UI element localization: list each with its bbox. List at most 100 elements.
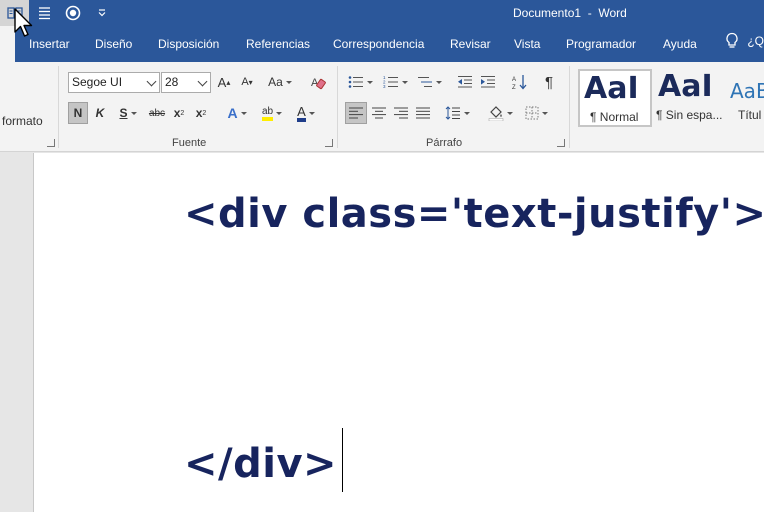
pilcrow-icon: ¶ [544, 73, 554, 91]
highlight-button[interactable]: ab [256, 102, 288, 124]
underline-label: S [119, 106, 128, 120]
line-spacing-button[interactable] [442, 102, 472, 124]
document-name: Documento1 [513, 6, 582, 20]
multilevel-list-button[interactable] [414, 71, 444, 93]
mouse-pointer-icon [14, 8, 33, 37]
font-launcher[interactable] [325, 139, 333, 147]
title-separator: - [581, 6, 599, 20]
clipboard-launcher[interactable] [47, 139, 55, 147]
align-center-button[interactable] [369, 102, 389, 124]
tab-revisar[interactable]: Revisar [450, 37, 491, 51]
tab-correspondencia[interactable]: Correspondencia [333, 37, 424, 51]
group-separator [569, 66, 570, 148]
styles-gallery: AaI ¶ Normal AaI ¶ Sin espa... AaB Títul [576, 66, 764, 128]
shading-button[interactable] [484, 102, 516, 124]
bold-button[interactable]: N [68, 102, 88, 124]
document-page[interactable]: <div class='text-justify'> </div> [33, 153, 764, 512]
bullets-button[interactable] [345, 71, 375, 93]
line-spacing-icon [445, 106, 460, 120]
show-marks-button[interactable]: ¶ [540, 71, 558, 93]
title-bar: Documento1 - Word [0, 0, 764, 26]
bold-label: N [73, 106, 83, 120]
underline-button[interactable]: S [113, 102, 143, 124]
clear-format-button[interactable]: A [307, 71, 329, 93]
lightbulb-icon[interactable] [725, 32, 739, 50]
borders-button[interactable] [520, 102, 552, 124]
tab-home[interactable] [0, 26, 15, 62]
paragraph-launcher[interactable] [557, 139, 565, 147]
font-name-value: Segoe UI [72, 75, 123, 89]
decrease-indent-icon [458, 76, 472, 88]
record-button[interactable] [58, 0, 87, 26]
style-normal[interactable]: AaI ¶ Normal [578, 69, 652, 127]
tab-insertar[interactable]: Insertar [29, 37, 70, 51]
font-color-button[interactable]: A [291, 102, 321, 124]
numbered-list-icon: 1 2 3 [383, 75, 398, 89]
align-left-button[interactable] [345, 102, 367, 124]
font-group-label: Fuente [172, 137, 207, 149]
italic-label: K [95, 106, 105, 120]
chevron-down-icon [98, 9, 105, 17]
strikethrough-label: abc [148, 107, 166, 119]
decrease-indent-button[interactable] [455, 71, 475, 93]
strikethrough-button[interactable]: abc [147, 102, 167, 124]
paint-bucket-icon [488, 106, 503, 121]
window-title: Documento1 - Word [513, 6, 627, 20]
document-line-1: <div class='text-justify'> [184, 191, 764, 237]
grow-font-label: A [217, 74, 227, 90]
font-name-combo[interactable]: Segoe UI [68, 72, 160, 93]
increase-indent-button[interactable] [478, 71, 498, 93]
justify-button[interactable] [413, 102, 433, 124]
superscript-label: x [195, 106, 203, 120]
subscript-label: x [173, 106, 181, 120]
svg-text:3: 3 [383, 84, 386, 89]
svg-text:Z: Z [512, 85, 516, 90]
align-center-icon [372, 107, 386, 119]
document-area: <div class='text-justify'> </div> [0, 153, 764, 512]
font-size-value: 28 [165, 75, 179, 89]
subscript-button[interactable]: x2 [170, 102, 188, 124]
tab-referencias[interactable]: Referencias [246, 37, 310, 51]
chevron-down-icon [197, 76, 208, 87]
align-left-icon [349, 107, 363, 119]
align-right-button[interactable] [391, 102, 411, 124]
tab-disposicion[interactable]: Disposición [158, 37, 219, 51]
tab-programador[interactable]: Programador [566, 37, 636, 51]
multilevel-list-icon [417, 77, 432, 87]
text-effects-label: A [227, 105, 238, 121]
style-no-spacing[interactable]: AaI ¶ Sin espa... [654, 69, 726, 127]
font-size-combo[interactable]: 28 [161, 72, 211, 93]
dropdown-arrow-icon [285, 80, 292, 84]
dropdown-arrow-icon [276, 111, 283, 115]
dropdown-arrow-icon [130, 111, 137, 115]
style-sample: AaB [730, 79, 764, 103]
change-case-button[interactable]: Aa [264, 71, 296, 93]
ribbon-tabs: Insertar Diseño Disposición Referencias … [0, 26, 764, 62]
document-line-2: </div> [184, 441, 338, 487]
tab-ayuda[interactable]: Ayuda [663, 37, 697, 51]
align-right-icon [394, 107, 408, 119]
copy-format-label[interactable]: formato [2, 114, 43, 128]
dropdown-arrow-icon [240, 111, 247, 115]
dropdown-arrow-icon [541, 111, 548, 115]
style-sample: AaI [584, 71, 639, 106]
tell-me-search[interactable]: ¿Q [747, 34, 764, 48]
dropdown-arrow-icon [308, 111, 315, 115]
shrink-font-button[interactable]: A ▾ [238, 71, 256, 93]
customize-qat-button[interactable] [87, 0, 116, 26]
style-title[interactable]: AaB Títul [726, 69, 764, 127]
record-icon [65, 5, 80, 21]
shrink-font-label: A [241, 76, 249, 88]
text-effects-button[interactable]: A [222, 102, 252, 124]
superscript-button[interactable]: x2 [192, 102, 210, 124]
svg-text:A: A [512, 77, 516, 83]
sort-icon: A Z [512, 75, 527, 90]
sort-button[interactable]: A Z [509, 71, 529, 93]
italic-button[interactable]: K [91, 102, 109, 124]
tab-vista[interactable]: Vista [514, 37, 540, 51]
paragraph-group-label: Párrafo [426, 137, 463, 149]
dropdown-arrow-icon [401, 80, 408, 84]
numbering-button[interactable]: 1 2 3 [380, 71, 410, 93]
tab-diseno[interactable]: Diseño [95, 37, 132, 51]
grow-font-button[interactable]: A ▴ [215, 71, 233, 93]
